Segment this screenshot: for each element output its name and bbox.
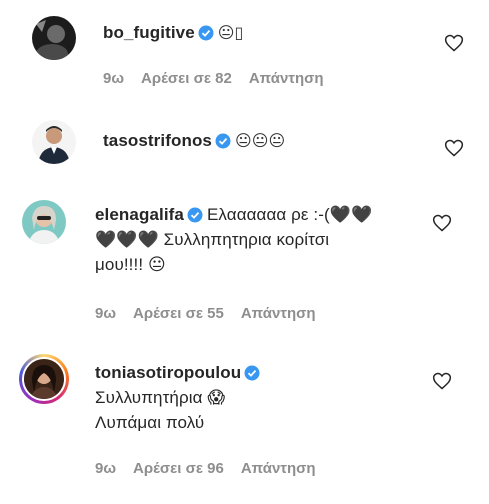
username[interactable]: bo_fugitive: [103, 23, 195, 42]
comment-time: 9ω: [103, 70, 125, 87]
verified-badge-icon: [215, 133, 231, 149]
heart-outline-icon[interactable]: [444, 33, 464, 53]
like-count[interactable]: Αρέσει σε 82: [141, 70, 232, 87]
avatar-story-ring[interactable]: [19, 354, 69, 404]
like-count[interactable]: Αρέσει σε 96: [133, 460, 224, 477]
comment-text: elenagalifa Ελαααααα ρε :-(🖤🖤 🖤🖤🖤 Συλληπη…: [95, 202, 425, 277]
like-count[interactable]: Αρέσει σε 55: [133, 305, 224, 322]
comment-meta: 9ω Αρέσει σε 96 Απάντηση: [95, 460, 333, 477]
reply-button[interactable]: Απάντηση: [241, 305, 316, 322]
heart-outline-icon[interactable]: [432, 213, 452, 233]
avatar: [22, 357, 66, 401]
verified-badge-icon: [198, 25, 214, 41]
comment-text-line: Λυπάμαι πολύ: [95, 413, 205, 432]
reply-button[interactable]: Απάντηση: [241, 460, 316, 477]
avatar[interactable]: [32, 16, 76, 60]
username[interactable]: toniasotiropoulou: [95, 363, 241, 382]
reply-button[interactable]: Απάντηση: [249, 70, 324, 87]
comment-text: toniasotiropoulou Συλλυπητήρια 😱 Λυπάμαι…: [95, 360, 425, 435]
username[interactable]: elenagalifa: [95, 205, 184, 224]
avatar[interactable]: [22, 200, 66, 244]
comment-time: 9ω: [95, 460, 117, 477]
comment-text: tasostrifonos 😐😐😐: [103, 131, 286, 150]
comment-time: 9ω: [95, 305, 117, 322]
verified-badge-icon: [187, 207, 203, 223]
comment-meta: 9ω Αρέσει σε 82 Απάντηση: [103, 70, 341, 87]
comment-text-line: μου!!!! 😐: [95, 255, 166, 274]
verified-badge-icon: [244, 365, 260, 381]
heart-outline-icon[interactable]: [432, 371, 452, 391]
username[interactable]: tasostrifonos: [103, 131, 212, 150]
heart-outline-icon[interactable]: [444, 138, 464, 158]
comment-text-line: Συλλυπητήρια 😱: [95, 388, 226, 407]
avatar[interactable]: [32, 120, 76, 164]
comment-text-line: 🖤🖤🖤 Συλληπητηρια κορίτσι: [95, 230, 330, 249]
comment-meta: 9ω Αρέσει σε 55 Απάντηση: [95, 305, 333, 322]
comment-text: bo_fugitive 😐▯: [103, 23, 244, 42]
